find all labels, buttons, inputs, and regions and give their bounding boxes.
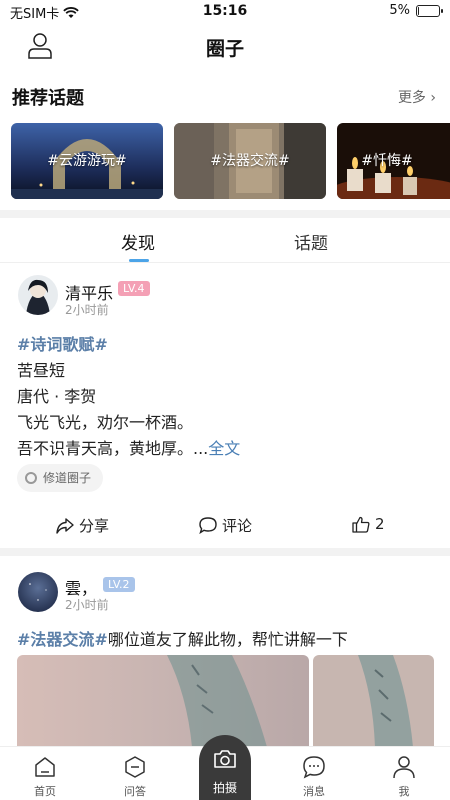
comment-label: 评论 [222,517,253,535]
comment-icon [199,517,217,534]
post-text-line: 吾不识青天高，黄地厚。... [17,439,209,458]
person-icon [393,756,415,779]
share-button[interactable]: 分享 [56,515,109,536]
level-badge: LV.2 [103,577,135,592]
chevron-right-icon: › [430,90,436,106]
camera-button[interactable]: 拍摄 [199,735,251,800]
post-divider [0,548,450,556]
nav-home-label: 首页 [34,785,56,798]
share-icon [56,517,74,534]
more-topics-link[interactable]: 更多 › [398,87,436,107]
post-image-content [313,655,434,747]
active-tab-indicator [129,259,149,262]
nav-messages[interactable]: 消息 [284,755,344,799]
section-title: 推荐话题 [12,88,84,109]
page-title: 圈子 [205,38,244,60]
post-image[interactable] [313,655,434,747]
message-icon [303,756,325,779]
nav-messages-label: 消息 [303,785,325,798]
post-text-body: 哪位道友了解此物，帮忙讲解一下 [107,630,348,649]
avatar[interactable] [18,275,58,315]
topic-label: #法器交流# [210,153,290,169]
post-text-line-last: 吾不识青天高，黄地厚。...全文 [17,435,240,459]
tab-topics[interactable]: 话题 [294,229,328,254]
level-badge: LV.4 [118,281,150,296]
clock: 15:16 [202,3,248,19]
like-button[interactable]: 2 [352,515,385,533]
post-text-line: 唐代 · 李贺 [17,387,97,406]
home-icon [35,757,55,777]
nav-qa[interactable]: 问答 [105,755,165,799]
battery-percent: 5% [389,3,410,18]
section-divider [0,210,450,218]
nav-me-label: 我 [398,785,410,798]
like-count: 2 [375,515,385,533]
circle-icon [25,472,37,484]
nav-me[interactable]: 我 [374,755,434,799]
post-text-line: 苦昼短 [17,361,66,380]
topic-label: #云游游玩# [47,153,127,169]
qa-icon [125,756,145,778]
topic-card-instruments[interactable]: #法器交流# [174,123,326,199]
battery-icon [416,4,443,17]
post-time: 2小时前 [65,303,109,317]
avatar[interactable] [18,572,58,612]
recommended-topics-header: 推荐话题 更多 › [12,84,442,110]
more-label: 更多 [397,90,426,106]
read-more-link[interactable]: 全文 [208,439,240,458]
post-image[interactable] [17,655,309,747]
post-image-content [17,655,309,747]
avatar-image [18,572,58,612]
post-text: #法器交流#哪位道友了解此物，帮忙讲解一下 [17,626,348,650]
topic-card-repentance[interactable]: #忏悔# [337,123,450,199]
thumbs-up-icon [352,516,370,533]
topic-label: #忏悔# [361,153,413,169]
share-label: 分享 [79,517,110,535]
status-right: 5% [389,3,443,18]
circle-tag-label: 修道圈子 [43,471,92,485]
camera-icon [214,750,236,768]
app-header: 圈子 [0,24,450,70]
circle-tag[interactable]: 修道圈子 [17,464,104,492]
topic-strip[interactable]: #云游游玩# #法器交流# #忏悔# [11,123,450,199]
battery-fill [418,6,419,15]
post-hashtag[interactable]: #诗词歌赋# [17,331,108,355]
nav-home[interactable]: 首页 [15,755,75,799]
post-text-line: 飞光飞光，劝尔一杯酒。 [17,413,194,432]
avatar-image [18,275,58,315]
status-bar: 无SIM卡 15:16 5% [0,0,450,24]
post-time: 2小时前 [65,598,109,612]
camera-label: 拍摄 [212,781,237,795]
comment-button[interactable]: 评论 [199,515,252,536]
nav-qa-label: 问答 [124,785,146,798]
tab-discover[interactable]: 发现 [121,229,155,254]
topic-card-cloud-travel[interactable]: #云游游玩# [11,123,163,199]
feed-tabs: 发现 话题 [0,219,450,263]
post-hashtag[interactable]: #法器交流# [17,630,108,649]
